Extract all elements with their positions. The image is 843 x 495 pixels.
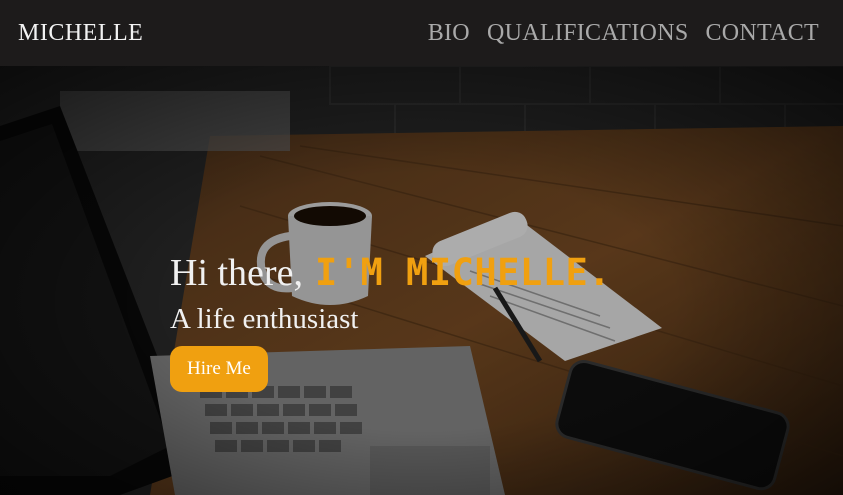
navbar: MICHELLE BIO QUALIFICATIONS CONTACT [0, 0, 843, 66]
hero-name: I'M MICHELLE. [314, 251, 612, 294]
nav-link-qualifications[interactable]: QUALIFICATIONS [487, 20, 689, 47]
brand-logo[interactable]: MICHELLE [18, 20, 143, 47]
nav-links: BIO QUALIFICATIONS CONTACT [428, 20, 819, 47]
hero-greeting: Hi there, [170, 252, 303, 294]
hire-me-button[interactable]: Hire Me [170, 346, 268, 392]
hero-tagline: A life enthusiast [170, 303, 359, 335]
nav-link-contact[interactable]: CONTACT [705, 20, 819, 47]
hero-content: Hi there, I'M MICHELLE. A life enthusias… [170, 251, 611, 392]
nav-link-bio[interactable]: BIO [428, 20, 470, 47]
hero-headline: Hi there, I'M MICHELLE. [170, 251, 611, 295]
hero-section: Hi there, I'M MICHELLE. A life enthusias… [0, 66, 843, 495]
